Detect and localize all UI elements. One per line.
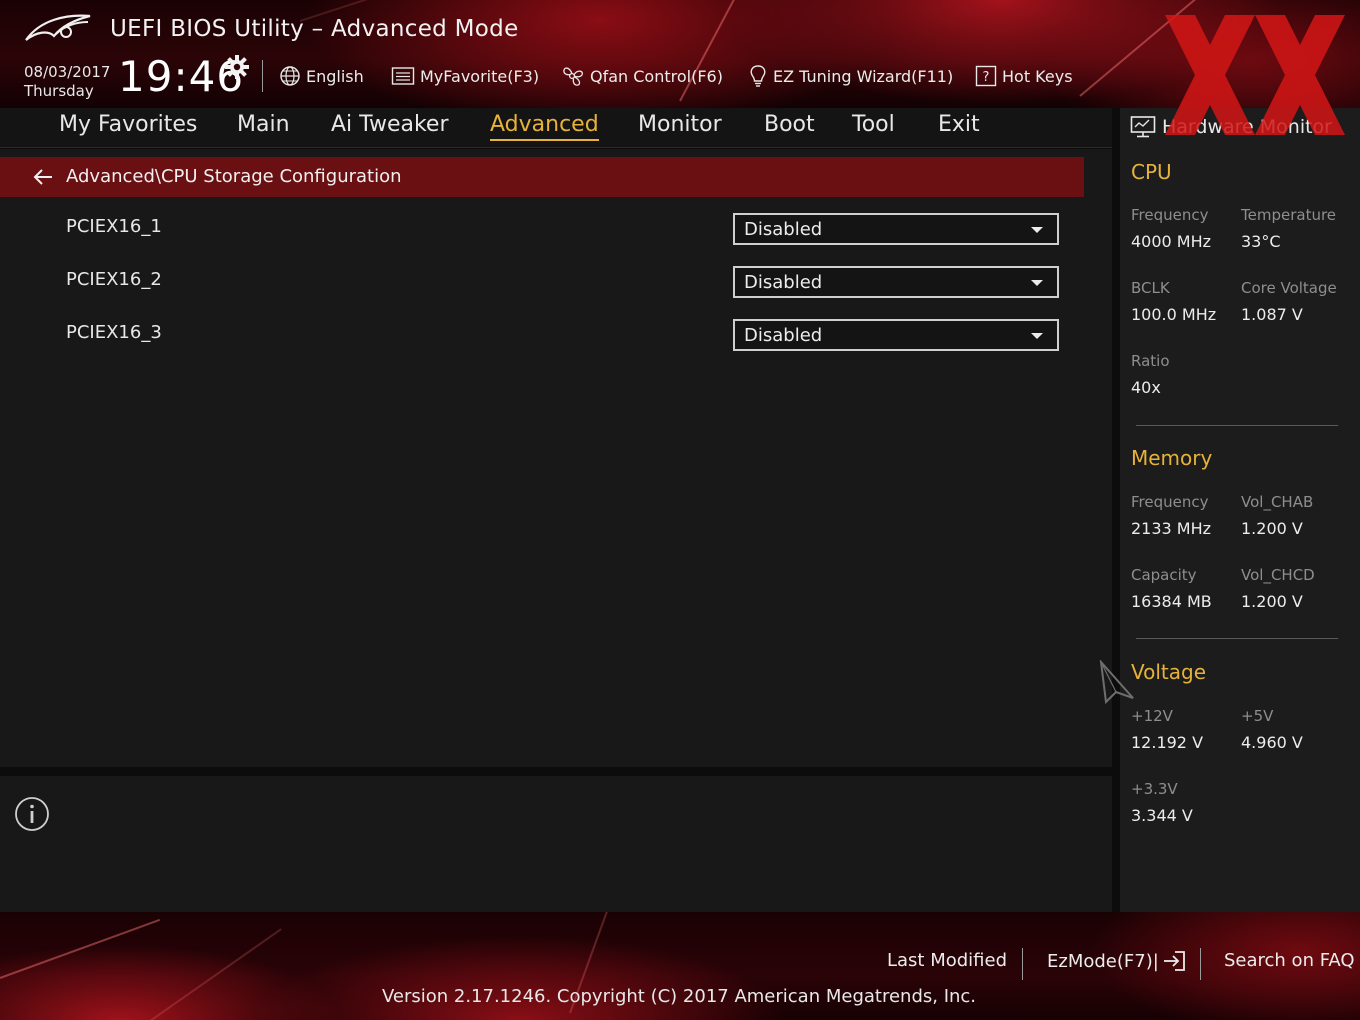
setting-label-pciex16-1: PCIEX16_1 — [66, 216, 162, 237]
ratio-value: 40x — [1131, 378, 1161, 397]
memory-frequency-value: 2133 MHz — [1131, 519, 1212, 538]
dropdown-value: Disabled — [744, 272, 823, 293]
language-label: English — [306, 66, 364, 86]
myfavorite-button[interactable]: MyFavorite(F3) — [391, 64, 539, 88]
cpu-temperature-label: Temperature — [1241, 206, 1337, 224]
section-divider — [1136, 425, 1338, 426]
tab-tool[interactable]: Tool — [852, 112, 895, 137]
tab-ai-tweaker[interactable]: Ai Tweaker — [331, 112, 449, 137]
hardware-monitor-panel: Hardware Monitor CPU Frequency Temperatu… — [1120, 108, 1360, 912]
v33-value: 3.344 V — [1131, 806, 1193, 825]
footer-divider — [1022, 948, 1023, 980]
mouse-cursor-icon — [1099, 660, 1134, 704]
globe-icon — [280, 66, 300, 86]
bclk-label: BCLK — [1131, 279, 1170, 297]
setting-label-pciex16-3: PCIEX16_3 — [66, 322, 162, 343]
chevron-down-icon — [1031, 280, 1043, 286]
language-button[interactable]: English — [279, 64, 364, 88]
vol-chcd-label: Vol_CHCD — [1241, 566, 1315, 584]
dropdown-value: Disabled — [744, 219, 823, 240]
ez-tuning-wizard-button[interactable]: EZ Tuning Wizard(F11) — [748, 64, 953, 88]
dropdown-value: Disabled — [744, 325, 823, 346]
back-arrow-icon[interactable] — [32, 167, 54, 187]
day-display: Thursday — [24, 82, 94, 100]
site-watermark-logo — [1165, 15, 1345, 135]
vol-chcd-value: 1.200 V — [1241, 592, 1303, 611]
hot-keys-button[interactable]: ? Hot Keys — [975, 64, 1073, 88]
search-faq-label: Search on FAQ — [1224, 950, 1355, 971]
lightbulb-icon — [750, 65, 766, 87]
capacity-value: 16384 MB — [1131, 592, 1212, 611]
vol-chab-label: Vol_CHAB — [1241, 493, 1314, 511]
breadcrumb-path: Advanced\CPU Storage Configuration — [66, 166, 402, 187]
last-modified-button[interactable]: Last Modified — [887, 950, 1007, 971]
tab-my-favorites[interactable]: My Favorites — [59, 112, 197, 137]
v33-label: +3.3V — [1131, 780, 1178, 798]
last-modified-label: Last Modified — [887, 950, 1008, 971]
main-tab-bar: My Favorites Main Ai Tweaker Advanced Mo… — [0, 108, 1112, 148]
core-voltage-label: Core Voltage — [1241, 279, 1337, 297]
gear-icon[interactable] — [224, 54, 250, 80]
tab-monitor[interactable]: Monitor — [638, 112, 722, 137]
rog-logo — [25, 14, 91, 41]
pciex16-2-dropdown[interactable]: Disabled — [733, 266, 1059, 298]
exit-arrow-icon — [1163, 951, 1185, 971]
ezmode-button[interactable]: EzMode(F7)| — [1047, 950, 1187, 972]
hot-keys-label: Hot Keys — [1002, 66, 1073, 86]
cpu-frequency-value: 4000 MHz — [1131, 232, 1212, 251]
tab-advanced[interactable]: Advanced — [490, 112, 599, 141]
info-icon — [15, 797, 49, 831]
help-info-panel — [0, 776, 1112, 912]
myfavorite-label: MyFavorite(F3) — [420, 66, 540, 86]
pciex16-3-dropdown[interactable]: Disabled — [733, 319, 1059, 351]
fan-icon — [563, 67, 584, 86]
cpu-temperature-value: 33°C — [1241, 232, 1281, 251]
svg-text:?: ? — [983, 70, 990, 85]
cpu-section-title: CPU — [1131, 160, 1172, 184]
memory-section-title: Memory — [1131, 446, 1213, 470]
chevron-down-icon — [1031, 333, 1043, 339]
version-copyright: Version 2.17.1246. Copyright (C) 2017 Am… — [381, 986, 977, 1007]
ratio-label: Ratio — [1131, 352, 1170, 370]
setting-label-pciex16-2: PCIEX16_2 — [66, 269, 162, 290]
settings-panel: Advanced\CPU Storage Configuration PCIEX… — [0, 149, 1112, 767]
footer-bar: Last Modified EzMode(F7)| Search on FAQ … — [0, 912, 1360, 1020]
v12-value: 12.192 V — [1131, 733, 1204, 752]
core-voltage-value: 1.087 V — [1241, 305, 1303, 324]
vol-chab-value: 1.200 V — [1241, 519, 1303, 538]
favorite-list-icon — [391, 67, 415, 85]
chevron-down-icon — [1031, 227, 1043, 233]
footer-divider — [1200, 948, 1201, 980]
pciex16-1-dropdown[interactable]: Disabled — [733, 213, 1059, 245]
help-key-icon: ? — [975, 65, 997, 87]
v5-value: 4.960 V — [1241, 733, 1303, 752]
v12-label: +12V — [1131, 707, 1173, 725]
header-divider — [262, 60, 263, 92]
date-display: 08/03/2017 — [24, 63, 111, 81]
search-faq-button[interactable]: Search on FAQ — [1224, 950, 1355, 971]
voltage-section-title: Voltage — [1131, 660, 1207, 684]
memory-frequency-label: Frequency — [1131, 493, 1209, 511]
tab-boot[interactable]: Boot — [764, 112, 815, 137]
ezmode-label: EzMode(F7)| — [1047, 950, 1159, 972]
decor-streak — [0, 918, 161, 979]
tab-main[interactable]: Main — [237, 112, 290, 137]
header-bar: UEFI BIOS Utility – Advanced Mode 08/03/… — [0, 0, 1360, 108]
qfan-label: Qfan Control(F6) — [590, 66, 723, 86]
ez-tuning-label: EZ Tuning Wizard(F11) — [773, 66, 954, 86]
bclk-value: 100.0 MHz — [1131, 305, 1217, 324]
v5-label: +5V — [1241, 707, 1274, 725]
capacity-label: Capacity — [1131, 566, 1197, 584]
section-divider — [1136, 638, 1338, 639]
cpu-frequency-label: Frequency — [1131, 206, 1209, 224]
qfan-control-button[interactable]: Qfan Control(F6) — [559, 64, 723, 88]
breadcrumb[interactable]: Advanced\CPU Storage Configuration — [0, 157, 1084, 197]
tab-exit[interactable]: Exit — [938, 112, 980, 137]
monitor-screen-icon — [1130, 116, 1156, 138]
app-title: UEFI BIOS Utility – Advanced Mode — [110, 16, 519, 42]
